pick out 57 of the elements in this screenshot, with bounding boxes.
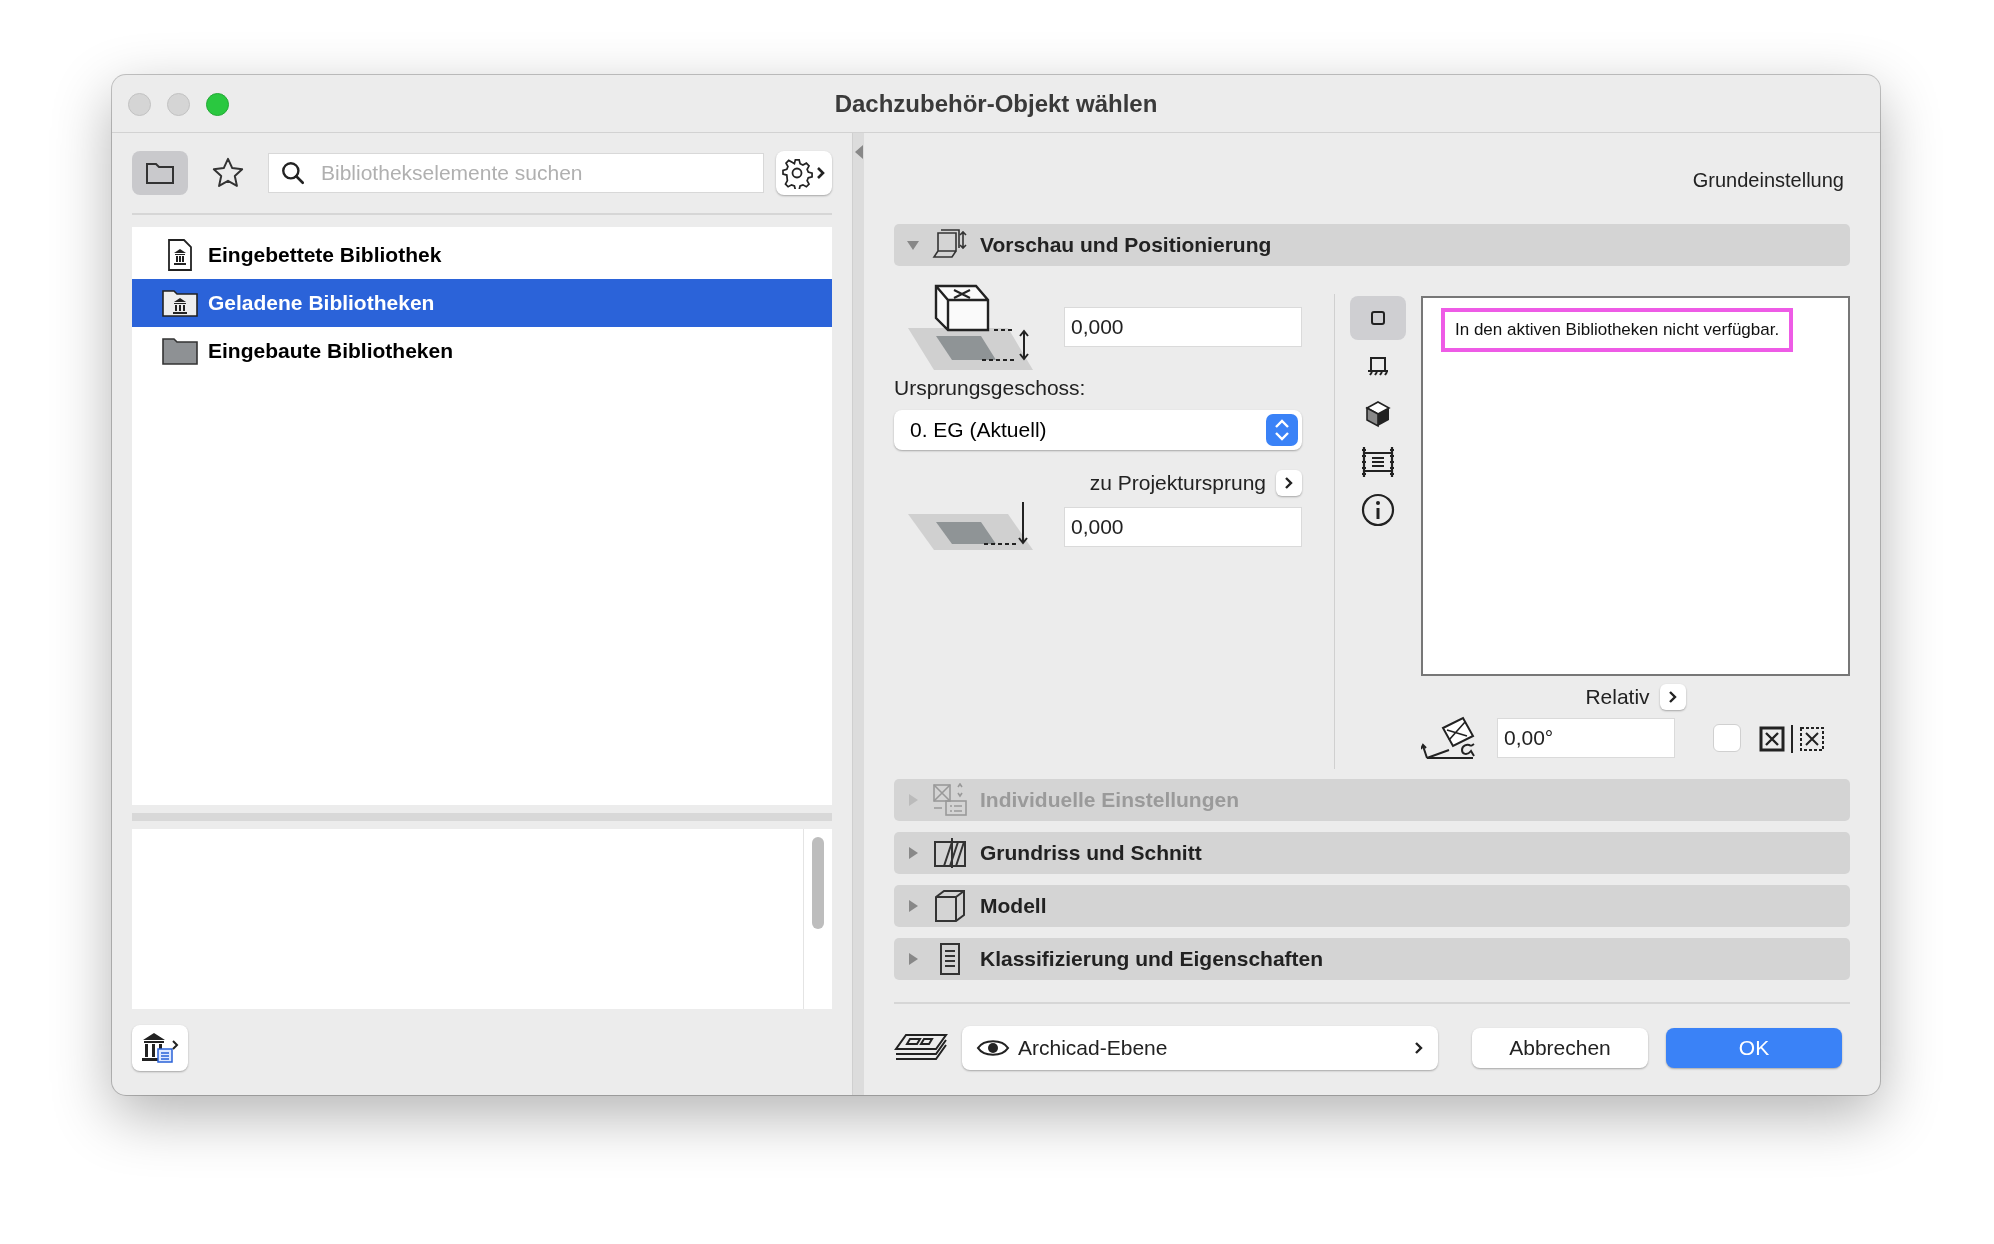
square-icon [1370, 310, 1386, 326]
reference-menu-button[interactable] [1276, 470, 1302, 496]
search-field[interactable]: Bibliothekselemente suchen [268, 153, 764, 193]
collapse-icon[interactable] [854, 145, 863, 159]
disclosure-triangle-icon [906, 952, 920, 966]
disclosure-triangle-icon [906, 899, 920, 913]
home-story-dropdown[interactable]: 0. EG (Aktuell) [894, 410, 1302, 450]
star-icon [211, 156, 245, 190]
disclosure-triangle-icon [906, 793, 920, 807]
library-folder-icon [162, 289, 198, 317]
floor-plan-icon [932, 836, 968, 870]
folder-view-button[interactable] [132, 151, 188, 195]
layer-dropdown[interactable]: Archicad-Ebene [962, 1026, 1438, 1070]
ok-button[interactable]: OK [1666, 1028, 1842, 1068]
object-elevation-icon [906, 284, 1036, 370]
custom-settings-icon [932, 783, 968, 817]
relative-menu-button[interactable] [1659, 684, 1686, 710]
library-tree-item[interactable]: Eingebaute Bibliotheken [132, 327, 832, 375]
section-header[interactable]: Klassifizierung und Eigenschaften [894, 938, 1850, 980]
section-header[interactable]: Modell [894, 885, 1850, 927]
disclosure-triangle-icon [906, 846, 920, 860]
unavailable-message: In den aktiven Bibliotheken nicht verfügbar. [1441, 308, 1794, 352]
reference-elevation-field[interactable]: 0,000 [1064, 507, 1302, 547]
stepper-icon [1266, 414, 1298, 446]
search-icon [280, 160, 306, 186]
section-header[interactable]: Vorschau und Positionierung [894, 224, 1850, 266]
mirror-checkbox[interactable] [1713, 724, 1741, 752]
cancel-button[interactable]: Abbrechen [1472, 1028, 1648, 1068]
folder-icon [145, 161, 175, 185]
angle-field[interactable]: 0,00° [1497, 718, 1675, 758]
chevron-icon [1667, 690, 1678, 704]
settings-icon [782, 157, 826, 189]
preview-position-icon [932, 229, 968, 261]
box-icon [932, 889, 968, 923]
symbol-icon [1365, 355, 1391, 377]
reference-elevation-icon [906, 502, 1036, 552]
settings-label: Grundeinstellung [1692, 169, 1844, 192]
elevation-field[interactable]: 0,000 [1064, 307, 1302, 347]
relative-label: Relativ [1585, 685, 1650, 709]
library-manager-button[interactable] [132, 1025, 188, 1071]
section-icon [1361, 446, 1395, 478]
chevron-icon [1414, 1041, 1424, 1055]
library-manager-icon [140, 1031, 180, 1065]
chevron-icon [1284, 476, 1294, 490]
library-tree-item[interactable]: Geladene Bibliotheken [132, 279, 832, 327]
settings-button[interactable] [776, 151, 832, 195]
window-title: Dachzubehör-Objekt wählen [834, 89, 1158, 118]
home-story-label: Ursprungsgeschoss: [894, 376, 1087, 400]
disclosure-triangle-icon [906, 238, 920, 252]
library-tree-item[interactable]: Eingebettete Bibliothek [132, 231, 832, 279]
folder-icon [162, 337, 198, 365]
info-icon [1361, 493, 1395, 527]
reference-label: zu Projektursprung [1089, 471, 1266, 495]
scrollbar-thumb[interactable] [812, 837, 824, 929]
plan-view-button[interactable] [1350, 296, 1406, 340]
section-header[interactable]: Grundriss und Schnitt [894, 832, 1850, 874]
cube-icon [1365, 400, 1391, 428]
